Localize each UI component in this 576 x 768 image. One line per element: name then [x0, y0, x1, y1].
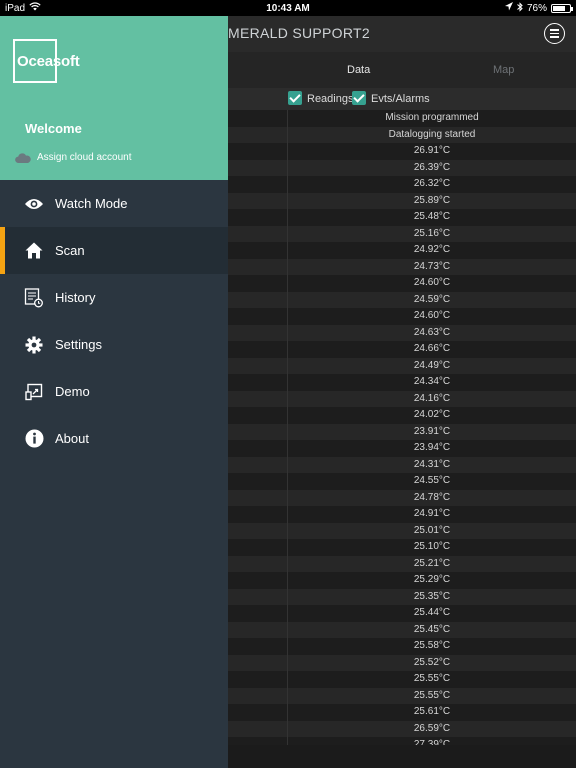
table-cell-value: 25.45°C	[413, 623, 451, 635]
navigation-drawer: Oceasoft Welcome Assign cloud account Wa…	[0, 16, 228, 768]
logo-text: Oceasoft	[17, 53, 80, 70]
table-cell-value: 25.55°C	[413, 673, 451, 684]
table-cell-value: 24.02°C	[413, 409, 451, 420]
status-left: iPad	[5, 2, 205, 14]
table-cell-value: 25.48°C	[413, 211, 451, 222]
table-cell-value: 24.60°C	[413, 310, 451, 321]
table-cell-value: Datalogging started	[388, 128, 476, 140]
table-cell-value: 25.61°C	[413, 706, 451, 717]
table-cell-value: 24.49°C	[413, 359, 451, 371]
events-checkbox[interactable]	[352, 91, 366, 105]
welcome-text: Welcome	[25, 121, 82, 136]
table-cell-value: 25.52°C	[413, 656, 451, 668]
status-time: 10:43 AM	[266, 2, 310, 14]
table-cell-value: 24.73°C	[413, 260, 451, 272]
table-cell-value: 24.66°C	[413, 343, 451, 354]
device-name: iPad	[5, 2, 26, 14]
table-cell-value: 24.59°C	[413, 293, 451, 305]
home-icon	[24, 241, 44, 261]
info-icon	[24, 429, 44, 449]
history-icon	[24, 287, 44, 308]
table-cell-value: 25.44°C	[413, 607, 451, 618]
table-cell-value: 24.31°C	[413, 458, 451, 470]
assign-cloud-label: Assign cloud account	[37, 152, 132, 163]
nav-item-history[interactable]: History	[0, 274, 228, 321]
table-cell-value: 24.63°C	[413, 326, 451, 338]
nav-label-about: About	[55, 431, 89, 446]
wifi-icon	[29, 2, 41, 14]
table-cell-value: 23.91°C	[413, 425, 451, 437]
table-cell-value: 25.01°C	[413, 524, 451, 536]
table-cell-value: 24.92°C	[413, 244, 451, 255]
events-label: Evts/Alarms	[371, 93, 430, 105]
table-cell-value: 25.35°C	[413, 590, 451, 602]
assign-cloud-link[interactable]: Assign cloud account	[15, 152, 132, 163]
table-cell-value: 25.21°C	[413, 557, 451, 569]
nav-label-watch-mode: Watch Mode	[55, 196, 128, 211]
battery-percent: 76%	[526, 2, 547, 14]
demo-icon	[24, 382, 44, 402]
table-cell-value: Mission programmed	[385, 112, 479, 123]
table-cell-value: 26.59°C	[413, 722, 451, 734]
table-cell-value: 25.10°C	[413, 541, 451, 552]
readings-checkbox[interactable]	[288, 91, 302, 105]
table-cell-value: 24.55°C	[413, 475, 451, 486]
nav-item-demo[interactable]: Demo	[0, 368, 228, 415]
table-cell-value: 25.55°C	[413, 689, 451, 701]
drawer-header: Oceasoft Welcome Assign cloud account	[0, 16, 228, 180]
nav-label-history: History	[55, 290, 96, 305]
table-cell-value: 26.32°C	[413, 178, 451, 189]
battery-icon	[551, 3, 573, 13]
table-cell-value: 25.89°C	[413, 194, 451, 206]
table-cell-value: 23.94°C	[413, 442, 451, 453]
table-cell-value: 25.58°C	[413, 640, 451, 651]
tab-map[interactable]: Map	[493, 64, 514, 76]
bluetooth-icon	[517, 1, 523, 15]
table-cell-value: 24.16°C	[413, 392, 451, 404]
table-cell-value: 26.91°C	[413, 145, 451, 156]
table-cell-value: 26.39°C	[413, 161, 451, 173]
nav-item-watch-mode[interactable]: Watch Mode	[0, 180, 228, 227]
tab-data[interactable]: Data	[347, 64, 370, 76]
table-cell-value: 25.29°C	[413, 574, 451, 585]
nav-item-scan[interactable]: Scan	[0, 227, 228, 274]
status-bar: iPad 10:43 AM 76%	[0, 0, 576, 16]
cloud-icon	[15, 152, 31, 163]
table-cell-value: 24.60°C	[413, 277, 451, 288]
battery-level	[553, 5, 566, 11]
page-title: MERALD SUPPORT2	[228, 25, 370, 41]
table-cell-value: 24.34°C	[413, 376, 451, 387]
nav-label-settings: Settings	[55, 337, 102, 352]
table-cell-value: 24.91°C	[413, 508, 451, 519]
nav-label-demo: Demo	[55, 384, 90, 399]
nav-list: Watch Mode Scan History Settings Demo Ab…	[0, 180, 228, 462]
table-cell-value: 24.78°C	[413, 491, 451, 503]
nav-item-about[interactable]: About	[0, 415, 228, 462]
status-right: 76%	[371, 1, 573, 15]
table-cell-value: 27.39°C	[413, 739, 451, 745]
menu-icon[interactable]	[544, 23, 565, 44]
eye-icon	[24, 194, 44, 214]
location-icon	[504, 2, 513, 14]
nav-label-scan: Scan	[55, 243, 85, 258]
gear-icon	[24, 335, 44, 355]
nav-item-settings[interactable]: Settings	[0, 321, 228, 368]
readings-label: Readings	[307, 93, 354, 105]
table-cell-value: 25.16°C	[413, 227, 451, 239]
